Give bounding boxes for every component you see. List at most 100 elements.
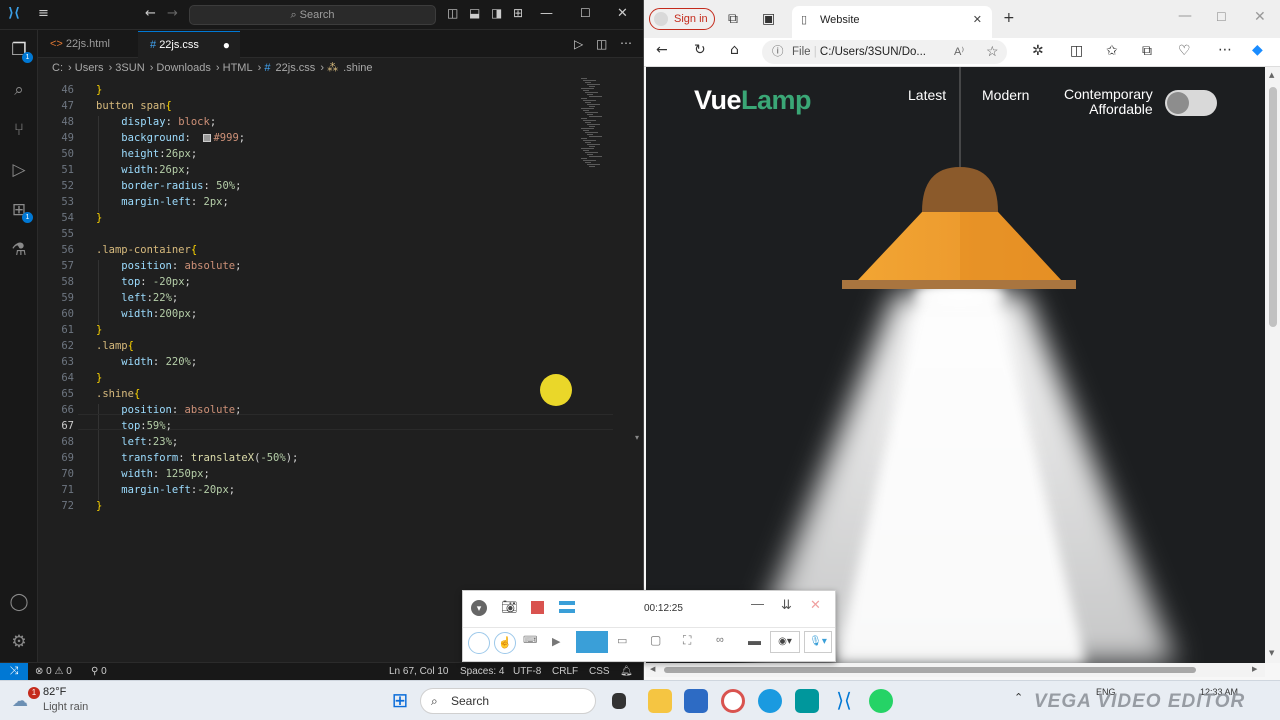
minimap[interactable]	[581, 78, 641, 178]
hscrollbar-thumb[interactable]	[664, 667, 1196, 673]
recorder-app-icon[interactable]	[721, 689, 745, 713]
browser-tab-website[interactable]: ▯ Website ✕	[792, 6, 992, 38]
fullscreen-icon[interactable]: ⛶	[683, 633, 691, 648]
close-recorder-icon[interactable]: ✕	[810, 597, 821, 613]
breadcrumb-item[interactable]: 22js.css	[276, 62, 316, 74]
source-control-icon[interactable]: ⑂	[7, 118, 31, 142]
keyboard-icon[interactable]: ⌨	[523, 635, 537, 646]
horizontal-scrollbar[interactable]: ◀ ▶	[646, 663, 1265, 677]
line-ending[interactable]: CRLF	[552, 663, 578, 680]
video-icon[interactable]: ▶	[552, 635, 560, 648]
testing-flask-icon[interactable]: ⚗	[7, 238, 31, 262]
menu-icon[interactable]: ≡	[38, 6, 49, 21]
camera-icon[interactable]: 📷︎	[501, 599, 518, 615]
whatsapp-icon[interactable]	[869, 689, 893, 713]
favorites-icon[interactable]: ✩	[1106, 43, 1118, 59]
ports-indicator[interactable]: ⚲ 0	[91, 663, 107, 680]
monitor-icon[interactable]: ▭	[617, 634, 627, 647]
split-screen-icon[interactable]: ◫	[1070, 43, 1083, 59]
encoding[interactable]: UTF-8	[513, 663, 541, 680]
microphone-dropdown-icon[interactable]: 🎙︎▾	[804, 631, 832, 653]
collapse-icon[interactable]: ▾	[471, 600, 487, 616]
info-icon[interactable]: ⓘ	[772, 40, 784, 64]
close-tab-icon[interactable]: ✕	[973, 6, 982, 34]
breadcrumb-item[interactable]: Users	[75, 62, 104, 74]
sign-in-button[interactable]: Sign in	[649, 8, 715, 30]
taskbar-search[interactable]: ⌕ Search	[420, 688, 596, 714]
vertical-scrollbar[interactable]: ▲ ▼	[1265, 67, 1280, 663]
notifications-bell-icon[interactable]: 🔔︎	[620, 663, 633, 680]
command-search-input[interactable]: ⌕ Search	[189, 5, 436, 25]
search-view-icon[interactable]: ⌕	[7, 78, 31, 102]
scroll-up-icon[interactable]: ▲	[1269, 71, 1274, 79]
maximize-icon[interactable]: ☐	[1216, 10, 1227, 24]
scroll-left-icon[interactable]: ◀	[650, 665, 655, 673]
refresh-icon[interactable]: ↻	[694, 42, 706, 58]
breadcrumb-item[interactable]: C:	[52, 62, 63, 74]
scroll-down-icon[interactable]: ▼	[1269, 649, 1274, 657]
run-file-icon[interactable]: ▷	[574, 37, 583, 51]
file-explorer-icon[interactable]	[648, 689, 672, 713]
close-icon[interactable]: ✕	[617, 6, 628, 21]
back-icon[interactable]: ←	[656, 42, 668, 58]
minimize-icon[interactable]: —	[540, 6, 553, 21]
store-icon[interactable]	[684, 689, 708, 713]
account-icon[interactable]: ◯	[7, 590, 31, 614]
tab-actions-icon[interactable]: ▣	[762, 11, 775, 27]
extensions-puzzle-icon[interactable]: ✲	[1032, 43, 1044, 59]
back-arrow-icon[interactable]: ←	[145, 6, 156, 21]
more-actions-icon[interactable]: ⋯	[620, 36, 632, 50]
tab-22js-html[interactable]: <> 22js.html	[38, 31, 138, 58]
workspaces-icon[interactable]: ⧉	[728, 11, 738, 27]
vscode-taskbar-icon[interactable]: ⟩⟨	[832, 689, 856, 713]
scroll-right-icon[interactable]: ▶	[1252, 665, 1257, 673]
nav-contemporary-affordable[interactable]: Contemporary Affordable	[1064, 87, 1153, 117]
draw-tool-active[interactable]	[576, 631, 608, 653]
toggle-panel-icon[interactable]: ⬓	[469, 6, 480, 20]
settings-more-icon[interactable]: ⋯	[1218, 42, 1232, 58]
toggle-sidebar-icon[interactable]: ◫	[447, 6, 458, 20]
code-editor[interactable]: 46} 47 button span{48 display: block; 49 ba…	[38, 78, 643, 662]
breadcrumb-item[interactable]: HTML	[223, 62, 253, 74]
vuelamp-logo[interactable]: VueLamp	[694, 85, 812, 116]
tab-22js-css[interactable]: # 22js.css ●	[138, 31, 240, 58]
new-tab-icon[interactable]: +	[1003, 10, 1015, 26]
stop-record-icon[interactable]	[531, 601, 544, 614]
nav-latest[interactable]: Latest	[908, 87, 946, 103]
pointer-mode-icon[interactable]	[468, 632, 490, 654]
breadcrumb-item[interactable]: .shine	[343, 62, 372, 74]
click-effect-icon[interactable]: ☝	[494, 632, 516, 654]
pause-record-icon[interactable]	[559, 601, 575, 613]
window-icon[interactable]: ▢	[650, 633, 661, 647]
address-bar[interactable]: ⓘ File | C:/Users/3SUN/Do... A⁾ ☆	[762, 40, 1007, 64]
favorite-star-icon[interactable]: ☆	[986, 39, 999, 63]
edge-icon[interactable]	[758, 689, 782, 713]
maximize-icon[interactable]: ☐	[580, 6, 591, 20]
language-mode[interactable]: CSS	[589, 663, 610, 680]
problems-indicator[interactable]: ⊗ 0 ⚠ 0	[35, 663, 72, 680]
show-hidden-icons[interactable]: ⌃	[1014, 691, 1023, 704]
windows-start-icon[interactable]: ⊞	[388, 689, 412, 713]
hide-toolbar-icon[interactable]: ⇊	[781, 597, 792, 613]
unsaved-dot-icon[interactable]: ●	[223, 32, 230, 59]
collections-icon[interactable]: ⧉	[1142, 43, 1152, 59]
remote-indicator-icon[interactable]: ⤨	[0, 663, 28, 681]
folder-icon[interactable]: ▬	[748, 633, 761, 648]
read-aloud-icon[interactable]: A⁾	[954, 40, 964, 64]
settings-gear-icon[interactable]: ⚙	[7, 630, 31, 654]
weather-widget[interactable]: ☁ 1	[12, 687, 40, 715]
minimize-icon[interactable]: —	[1178, 8, 1192, 24]
arduino-icon[interactable]	[795, 689, 819, 713]
breadcrumb-item[interactable]: 3SUN	[115, 62, 144, 74]
nav-modern[interactable]: Modern	[982, 87, 1029, 103]
split-editor-icon[interactable]: ◫	[596, 37, 607, 51]
browser-essentials-icon[interactable]: ♡	[1178, 43, 1191, 59]
home-icon[interactable]: ⌂	[730, 42, 739, 58]
indentation[interactable]: Spaces: 4	[460, 663, 504, 680]
copilot-icon[interactable]: ◆	[1252, 42, 1263, 58]
webcam-dropdown-icon[interactable]: ◉▾	[770, 631, 800, 653]
task-view-icon[interactable]	[612, 693, 626, 709]
link-icon[interactable]: ∞	[716, 634, 724, 646]
toggle-secondary-sidebar-icon[interactable]: ◨	[491, 6, 502, 20]
theme-toggle-switch[interactable]	[1165, 90, 1217, 116]
